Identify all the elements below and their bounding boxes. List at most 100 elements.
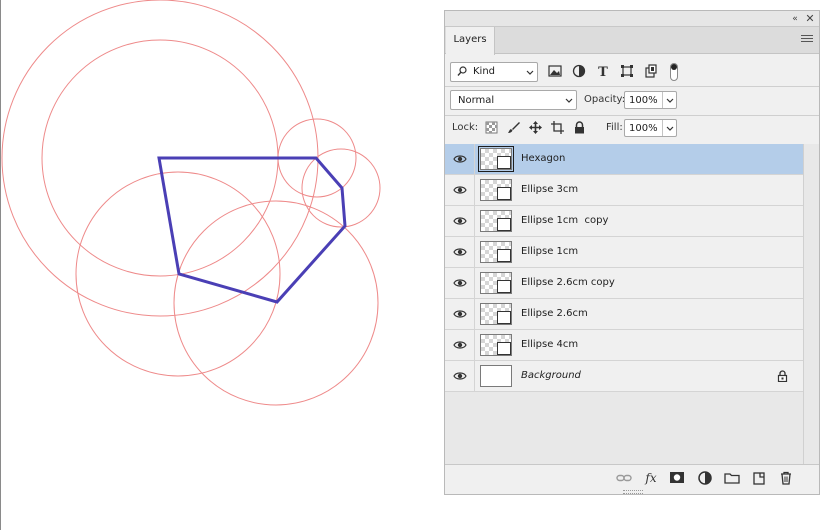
layer-thumbnail — [480, 179, 512, 201]
svg-text:T: T — [598, 65, 608, 78]
visibility-toggle[interactable] — [445, 299, 475, 329]
layers-scrollbar[interactable] — [803, 144, 819, 464]
layers-list: Hexagon Ellipse 3cm Ellipse 1cm copy Ell… — [445, 144, 819, 464]
blend-mode-value: Normal — [458, 95, 495, 106]
adjustment-icon[interactable] — [697, 470, 713, 486]
opacity-input[interactable]: 100% — [624, 91, 677, 109]
fill-input[interactable]: 100% — [624, 119, 677, 137]
divider — [445, 86, 819, 87]
layer-name[interactable]: Ellipse 1cm copy — [521, 215, 608, 226]
layer-name[interactable]: Hexagon — [521, 153, 565, 164]
visibility-toggle[interactable] — [445, 237, 475, 267]
layer-name[interactable]: Ellipse 1cm — [521, 246, 578, 257]
fill-label: Fill: — [606, 122, 623, 133]
eye-icon — [453, 186, 467, 194]
lock-icon[interactable] — [777, 370, 788, 382]
layer-name[interactable]: Background — [521, 370, 581, 381]
layer-row-ellipse-3cm[interactable]: Ellipse 3cm — [445, 175, 803, 206]
shape-layer-icon — [497, 249, 511, 262]
lock-label: Lock: — [452, 122, 479, 133]
fx-icon[interactable]: fx — [643, 470, 659, 486]
eye-icon — [453, 279, 467, 287]
layer-row-ellipse-2-6cm[interactable]: Ellipse 2.6cm — [445, 299, 803, 330]
filter-type-icon[interactable]: T — [596, 64, 610, 78]
photoshop-workspace: « ✕ Layers Kind T Normal Opacity: 100% L… — [0, 0, 834, 530]
filter-shape-icon[interactable] — [620, 64, 634, 78]
visibility-toggle[interactable] — [445, 175, 475, 205]
layers-panel: « ✕ Layers Kind T Normal Opacity: 100% L… — [444, 10, 820, 495]
opacity-dropdown[interactable] — [662, 92, 676, 108]
fill-value: 100% — [629, 123, 658, 134]
eye-icon — [453, 341, 467, 349]
chevron-down-icon — [666, 98, 674, 103]
layer-thumbnail — [480, 241, 512, 263]
lock-position-icon[interactable] — [529, 121, 542, 134]
group-folder-icon[interactable] — [724, 470, 740, 486]
chevron-down-icon — [666, 126, 674, 131]
close-panel-icon[interactable]: ✕ — [803, 12, 817, 26]
layer-row-ellipse-4cm[interactable]: Ellipse 4cm — [445, 330, 803, 361]
visibility-toggle[interactable] — [445, 330, 475, 360]
lock-transparent-pixels-icon[interactable] — [485, 121, 498, 134]
opacity-label: Opacity: — [584, 94, 626, 105]
layer-name[interactable]: Ellipse 3cm — [521, 184, 578, 195]
eye-icon — [453, 248, 467, 256]
filter-toggle[interactable] — [670, 63, 678, 81]
layer-row-ellipse-1cm[interactable]: Ellipse 1cm — [445, 237, 803, 268]
search-icon — [457, 66, 467, 80]
lock-all-icon[interactable] — [573, 121, 586, 134]
divider — [445, 115, 819, 116]
hexagon-shape[interactable] — [157, 156, 347, 304]
layer-row-background[interactable]: Background — [445, 361, 803, 392]
layer-thumbnail — [478, 146, 514, 172]
panel-titlebar: « ✕ — [445, 11, 819, 27]
shape-layer-icon — [497, 156, 511, 169]
layer-thumbnail — [480, 272, 512, 294]
shape-layer-icon — [497, 187, 511, 200]
visibility-toggle[interactable] — [445, 144, 475, 174]
shape-layer-icon — [497, 342, 511, 355]
layer-thumbnail — [480, 334, 512, 356]
shape-layer-icon — [497, 311, 511, 324]
chevron-down-icon — [526, 70, 534, 75]
layer-row-ellipse-1cm-copy[interactable]: Ellipse 1cm copy — [445, 206, 803, 237]
layer-name[interactable]: Ellipse 2.6cm — [521, 308, 588, 319]
filter-smart-object-icon[interactable] — [644, 64, 658, 78]
visibility-toggle[interactable] — [445, 361, 475, 391]
filter-kind-select[interactable]: Kind — [450, 62, 538, 82]
layer-row-hexagon[interactable]: Hexagon — [445, 144, 803, 175]
shape-layer-icon — [497, 280, 511, 293]
document-canvas[interactable] — [0, 0, 444, 530]
panel-resize-grip[interactable] — [623, 490, 643, 494]
panel-menu-icon[interactable] — [801, 35, 813, 45]
eye-icon — [453, 372, 467, 380]
lock-artboard-icon[interactable] — [551, 121, 564, 134]
collapse-panel-icon[interactable]: « — [788, 13, 802, 25]
opacity-value: 100% — [629, 95, 658, 106]
layer-thumbnail — [480, 210, 512, 232]
trash-icon[interactable] — [778, 470, 794, 486]
panel-footer: fx — [445, 464, 819, 490]
new-layer-icon[interactable] — [751, 470, 767, 486]
filter-pixel-icon[interactable] — [548, 64, 562, 78]
visibility-toggle[interactable] — [445, 268, 475, 298]
shape-layer-icon — [497, 218, 511, 231]
fill-dropdown[interactable] — [662, 120, 676, 136]
filter-kind-label: Kind — [473, 66, 496, 77]
layer-name[interactable]: Ellipse 2.6cm copy — [521, 277, 615, 288]
visibility-toggle[interactable] — [445, 206, 475, 236]
layer-name[interactable]: Ellipse 4cm — [521, 339, 578, 350]
panel-tabstrip: Layers — [445, 27, 819, 55]
chevron-down-icon — [565, 98, 573, 103]
blend-mode-select[interactable]: Normal — [450, 90, 577, 110]
tab-layers[interactable]: Layers — [446, 27, 495, 55]
mask-icon[interactable] — [669, 470, 685, 486]
eye-icon — [453, 217, 467, 225]
link-layers-icon[interactable] — [616, 470, 632, 486]
layer-row-ellipse-2-6cm-copy[interactable]: Ellipse 2.6cm copy — [445, 268, 803, 299]
lock-image-pixels-icon[interactable] — [507, 121, 520, 134]
layer-thumbnail — [480, 365, 512, 387]
eye-icon — [453, 310, 467, 318]
filter-adjustment-icon[interactable] — [572, 64, 586, 78]
layer-thumbnail — [480, 303, 512, 325]
